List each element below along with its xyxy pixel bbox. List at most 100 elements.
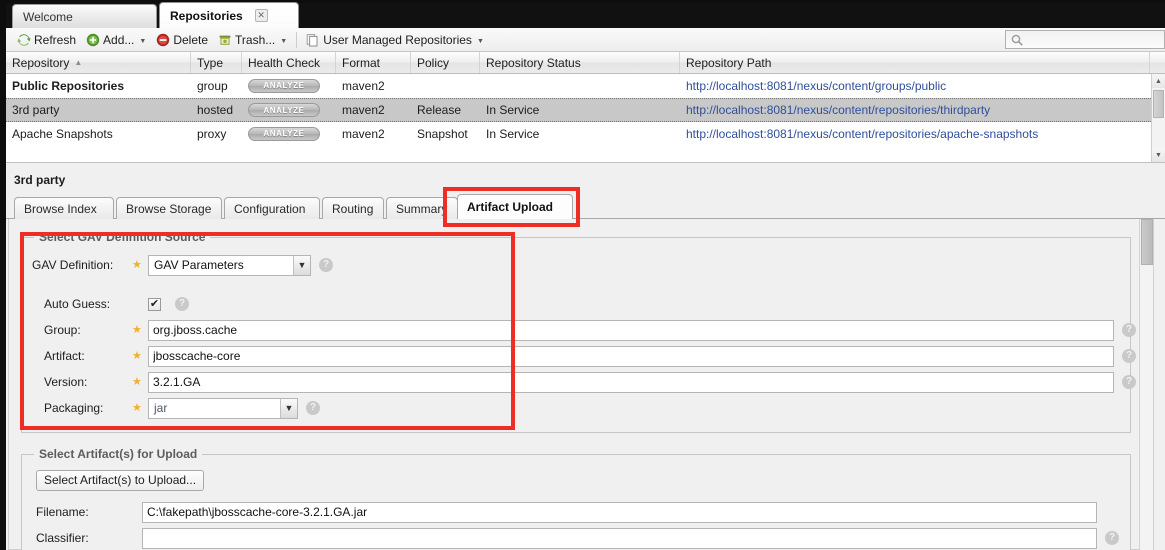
tab-label: Summary [396, 201, 448, 216]
search-box[interactable] [1005, 30, 1165, 49]
auto-guess-label: Auto Guess: [44, 297, 111, 311]
help-icon[interactable]: ? [1122, 375, 1136, 389]
required-star-icon: ★ [132, 349, 142, 362]
refresh-button[interactable]: Refresh [12, 30, 81, 50]
scroll-up-icon[interactable]: ▲ [1152, 74, 1165, 88]
add-button[interactable]: Add... ▼ [81, 30, 151, 50]
help-icon[interactable]: ? [1122, 349, 1136, 363]
cell-repository-path[interactable]: http://localhost:8081/nexus/content/repo… [680, 98, 1150, 122]
cell-repository-path[interactable]: http://localhost:8081/nexus/content/repo… [680, 122, 1150, 146]
repository-grid: Repository ▲ Type Health Check Format Po… [6, 52, 1165, 163]
page-title: 3rd party [6, 170, 1165, 190]
cell-policy: Release [417, 103, 462, 117]
artifact-input[interactable] [148, 345, 1114, 367]
user-managed-repositories-label: User Managed Repositories [323, 32, 472, 47]
repository-toolbar: Refresh Add... ▼ Delete Trash... ▼ User … [6, 28, 1165, 52]
classifier-input[interactable] [142, 527, 1097, 549]
user-managed-repositories-button[interactable]: User Managed Repositories ▼ [301, 30, 489, 50]
required-star-icon: ★ [132, 323, 142, 336]
detail-tabstrip: Browse Index Browse Storage Configuratio… [6, 193, 1165, 219]
window-tab-label: Welcome [23, 9, 73, 24]
artifact-label: Artifact: [44, 349, 85, 363]
tab-summary[interactable]: Summary [386, 197, 458, 219]
analyze-button[interactable]: ANALYZE [248, 78, 320, 93]
artifact-row: Artifact: ★ ? [44, 345, 1136, 367]
panel-vertical-scrollbar[interactable] [1139, 219, 1153, 550]
column-header-health-check[interactable]: Health Check [242, 52, 336, 73]
delete-label: Delete [173, 32, 209, 47]
filename-row: Filename: [36, 501, 1097, 523]
analyze-button[interactable]: ANALYZE [248, 103, 320, 117]
required-star-icon: ★ [132, 375, 142, 388]
help-icon[interactable]: ? [1105, 531, 1119, 545]
grid-vertical-scrollbar[interactable]: ▲ ▼ [1151, 74, 1165, 162]
cell-repository: Apache Snapshots [12, 126, 113, 141]
tab-configuration[interactable]: Configuration [224, 197, 320, 219]
copy-pages-icon [306, 33, 320, 47]
repository-grid-header: Repository ▲ Type Health Check Format Po… [6, 52, 1165, 74]
chevron-down-icon[interactable]: ▼ [293, 255, 310, 275]
cell-health-check: ANALYZE [242, 122, 336, 146]
column-header-repository-path[interactable]: Repository Path [680, 52, 1150, 73]
tab-label: Browse Storage [126, 201, 212, 216]
column-header-format[interactable]: Format [336, 52, 411, 73]
tab-browse-storage[interactable]: Browse Storage [116, 197, 222, 219]
gav-definition-fieldset: Select GAV Definition Source GAV Definit… [21, 230, 1136, 433]
scrollbar-thumb[interactable] [1153, 90, 1164, 118]
tab-browse-index[interactable]: Browse Index [14, 197, 114, 219]
help-icon[interactable]: ? [175, 297, 189, 311]
window-tab-welcome[interactable]: Welcome [12, 4, 157, 28]
version-input[interactable] [148, 371, 1114, 393]
help-icon[interactable]: ? [1122, 323, 1136, 337]
group-label: Group: [44, 323, 81, 337]
close-icon[interactable]: ✕ [254, 9, 268, 22]
window-tab-label: Repositories [170, 8, 243, 23]
gav-definition-row: GAV Definition: ★ GAV Parameters ▼ ? [32, 254, 333, 276]
packaging-select[interactable]: jar ▼ [148, 397, 298, 419]
chevron-down-icon: ▼ [139, 38, 147, 45]
search-icon [1010, 33, 1024, 47]
group-input[interactable] [148, 319, 1114, 341]
analyze-button[interactable]: ANALYZE [248, 126, 320, 141]
cell-type: hosted [197, 103, 234, 117]
column-header-policy[interactable]: Policy [411, 52, 480, 73]
table-row[interactable]: Apache Snapshots proxy ANALYZE maven2 Sn… [6, 122, 1165, 146]
table-row[interactable]: 3rd party hosted ANALYZE maven2 Release … [6, 98, 1165, 122]
scroll-down-icon[interactable]: ▼ [1152, 148, 1165, 162]
help-icon[interactable]: ? [319, 258, 333, 272]
delete-button[interactable]: Delete [151, 30, 213, 50]
scrollbar-thumb[interactable] [1141, 219, 1153, 265]
nexus-repository-manager-window: Welcome Repositories ✕ Refresh Add... ▼ … [0, 0, 1165, 550]
auto-guess-checkbox[interactable]: ✔ [148, 297, 161, 311]
packaging-row: Packaging: ★ jar ▼ ? [44, 397, 320, 419]
gav-definition-select[interactable]: GAV Parameters ▼ [148, 254, 311, 276]
cell-repository-path[interactable]: http://localhost:8081/nexus/content/grou… [680, 74, 1150, 98]
column-header-repository-status[interactable]: Repository Status [480, 52, 680, 73]
column-header-repository[interactable]: Repository ▲ [6, 52, 191, 73]
help-icon[interactable]: ? [306, 401, 320, 415]
cell-format: maven2 [342, 103, 385, 117]
window-tabstrip: Welcome Repositories ✕ [6, 2, 1165, 28]
select-artifacts-to-upload-button[interactable]: Select Artifact(s) to Upload... [36, 469, 205, 491]
trash-button[interactable]: Trash... ▼ [213, 30, 292, 50]
column-label: Format [342, 55, 381, 70]
cell-status: In Service [486, 126, 540, 141]
add-label: Add... [103, 32, 135, 47]
chevron-down-icon[interactable]: ▼ [280, 398, 297, 418]
column-header-type[interactable]: Type [191, 52, 242, 73]
search-input[interactable] [1024, 32, 1160, 47]
window-tab-repositories[interactable]: Repositories ✕ [159, 2, 299, 28]
cell-status [480, 74, 680, 98]
tab-artifact-upload[interactable]: Artifact Upload [457, 194, 573, 219]
tab-routing[interactable]: Routing [322, 197, 384, 219]
refresh-label: Refresh [34, 32, 77, 47]
artifact-upload-panel: Select GAV Definition Source GAV Definit… [8, 219, 1154, 550]
classifier-label: Classifier: [36, 531, 89, 545]
filename-input[interactable] [142, 501, 1097, 523]
required-star-icon: ★ [132, 401, 142, 414]
repository-grid-body: Public Repositories group ANALYZE maven2… [6, 74, 1165, 162]
auto-guess-row: Auto Guess: ★ ✔ ? [44, 293, 189, 315]
packaging-value: jar [154, 401, 168, 415]
cell-repository: Public Repositories [12, 78, 125, 93]
table-row[interactable]: Public Repositories group ANALYZE maven2… [6, 74, 1165, 98]
